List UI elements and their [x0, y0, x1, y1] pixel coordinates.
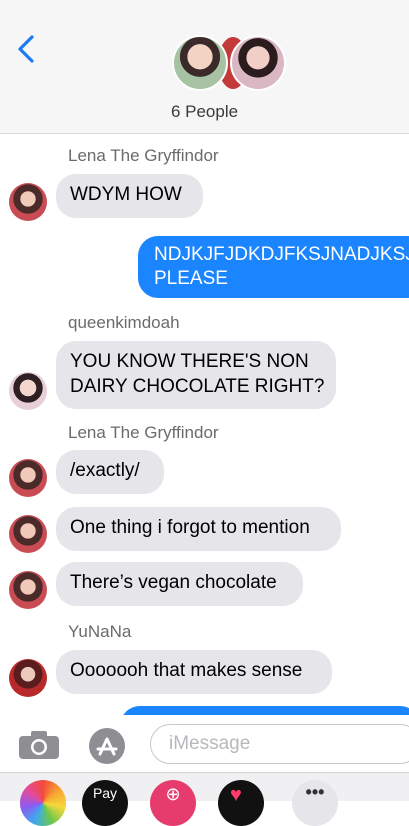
sender-avatar: [9, 659, 47, 697]
apple-pay-label: Pay: [92, 785, 118, 801]
message-line: YOU KNOW THERE'S NON: [70, 351, 309, 372]
people-count[interactable]: 6 People: [0, 102, 409, 122]
digital-touch-app-icon[interactable]: ♥: [218, 780, 264, 826]
incoming-message-bubble[interactable]: Ooooooh that makes sense: [56, 650, 332, 694]
sender-name: Lena The Gryffindor: [68, 423, 219, 442]
photos-app-icon[interactable]: [20, 780, 66, 826]
sender-name: YuNaNa: [68, 622, 132, 641]
member-avatar: [172, 35, 228, 91]
incoming-message-bubble[interactable]: One thing i forgot to mention: [56, 507, 341, 551]
sender-avatar: [9, 459, 47, 497]
sender-name: queenkimdoah: [68, 313, 180, 332]
incoming-message-bubble[interactable]: /exactly/: [56, 450, 164, 494]
app-store-icon[interactable]: [88, 727, 126, 765]
back-chevron-icon[interactable]: [14, 34, 38, 64]
sender-avatar: [9, 515, 47, 553]
sender-avatar: [9, 571, 47, 609]
more-apps-button[interactable]: •••: [292, 780, 338, 826]
apple-pay-app-icon[interactable]: Pay: [82, 780, 128, 826]
web-images-app-icon[interactable]: ⊕: [150, 780, 196, 826]
incoming-message-bubble[interactable]: WDYM HOW: [56, 174, 203, 218]
message-input[interactable]: iMessage: [150, 724, 409, 764]
heart-icon: ♥: [230, 784, 242, 806]
incoming-message-bubble[interactable]: YOU KNOW THERE'S NON DAIRY CHOCOLATE RIG…: [56, 341, 336, 409]
camera-icon[interactable]: [18, 730, 60, 760]
sender-avatar: [9, 372, 47, 410]
message-line: DAIRY CHOCOLATE RIGHT?: [70, 376, 325, 397]
incoming-message-bubble[interactable]: There’s vegan chocolate: [56, 562, 303, 606]
member-avatar: [230, 35, 286, 91]
outgoing-message-bubble[interactable]: NDJKJFJDKDJFKSJNADJKSJ PLEASE: [138, 236, 409, 298]
sender-avatar: [9, 183, 47, 221]
message-line: PLEASE: [154, 268, 228, 289]
group-avatar-stack[interactable]: [172, 35, 292, 95]
sender-name: Lena The Gryffindor: [68, 146, 219, 165]
message-line: NDJKJFJDKDJFKSJNADJKSJ: [154, 244, 409, 265]
